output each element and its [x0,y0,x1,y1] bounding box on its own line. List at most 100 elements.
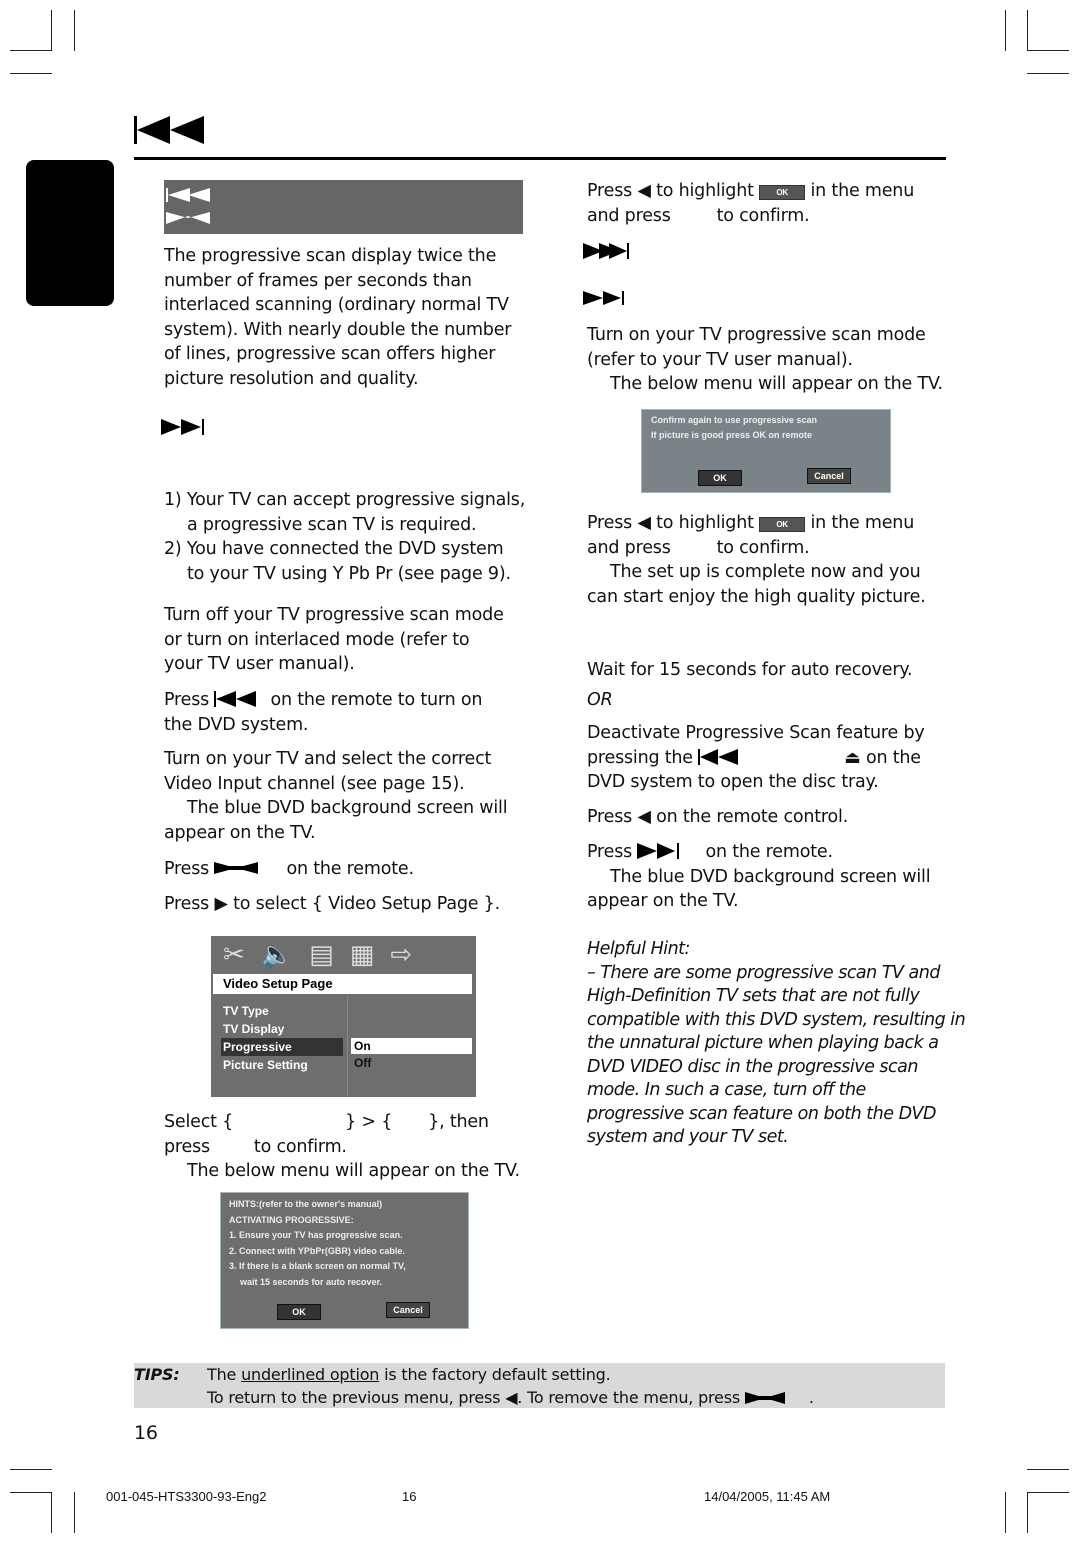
standby-icon [698,748,739,765]
text-line: or turn on interlaced mode (refer to [164,629,470,650]
ok-button[interactable]: OK [277,1304,321,1320]
text-line: interlaced scanning (ordinary normal TV [164,295,509,315]
step-turn-off: Turn off your TV progressive scan mode or… [164,603,504,677]
text: on the remote control. [656,807,849,827]
preference-icon: ▦ [349,940,391,970]
system-menu-icon [744,1392,785,1404]
text-line: appear on the TV. [164,822,316,843]
hint-line: 2. Connect with YPbPr(GBR) video cable. [229,1245,405,1256]
text-line: picture resolution and quality. [164,368,419,389]
text-line: a progressive scan TV is required. [187,514,477,535]
text: to confirm. [716,205,810,226]
hint-line: 1. Ensure your TV has progressive scan. [229,1230,403,1240]
skip-next-icon [583,243,629,259]
text: Press [587,181,633,201]
left-arrow-icon: ◀ [637,807,651,827]
hints-dialog: HINTS:(refer to the owner's manual) ACTIV… [220,1192,469,1329]
text-line: The blue DVD background screen will [610,866,931,887]
video-setup-menu: ✂🔈▤▦⇨ Video Setup Page TV Type TV Displa… [211,936,476,1097]
text-line: (refer to your TV user manual). [587,349,853,370]
crop-mark [10,73,52,74]
text-line: DVD VIDEO disc in the progressive scan [587,1056,918,1077]
text: ⏏ on the [844,747,921,768]
rewind-icon [134,116,204,144]
text-line: mode. In such a case, turn off the [587,1080,866,1100]
crop-mark [1027,1469,1069,1470]
intro-text: The progressive scan display twice the nu… [164,244,511,391]
text: to confirm. [716,537,810,558]
text: on the remote. [705,842,833,862]
header-rule [134,157,946,160]
exit-icon: ⇨ [390,940,429,970]
step-power-on: Press on the remote to turn on the DVD s… [164,688,482,737]
crop-mark [1027,73,1069,74]
crop-mark [10,1469,52,1470]
step-tv-input: Turn on your TV and select the correct Vi… [164,747,508,845]
crop-mark [1005,1492,1006,1533]
step-system-menu: Press on the remote. [164,857,414,882]
text: Select { [164,1112,234,1132]
text: Press [587,807,633,827]
text-line: The below menu will appear on the TV. [187,1161,520,1181]
text-line: number of frames per seconds than [164,270,472,291]
menu-item-progressive[interactable]: Progressive [221,1038,343,1056]
ok-chip: OK [759,185,806,200]
page-number: 16 [134,1422,158,1444]
list-item: 2) You have connected the DVD system [164,539,504,559]
text-line: the unnatural picture when playing back … [587,1033,939,1053]
text-line: progressive scan feature on both the DVD [587,1103,937,1124]
menu-title: Video Setup Page [213,974,472,994]
tips-label: TIPS: [134,1365,180,1384]
section-glyph-icon [166,188,210,224]
step-deactivate: Deactivate Progressive Scan feature by p… [587,721,925,795]
text-line: High-Definition TV sets that are not ful… [587,986,920,1006]
text: in the menu [810,513,915,533]
right-arrow-icon: ▶ [214,894,228,914]
hint-title: Helpful Hint: [587,939,690,959]
text: and press [587,205,671,226]
text: is the factory default setting. [384,1365,611,1384]
menu-item-tv-display[interactable]: TV Display [223,1020,343,1038]
option-on[interactable]: On [351,1038,472,1054]
footer-file: 001-045-HTS3300-93-Eng2 [106,1489,267,1504]
wait-text: Wait for 15 seconds for auto recovery. [587,660,913,680]
text: pressing the [587,747,693,768]
option-off[interactable]: Off [354,1056,371,1070]
general-setup-icon: ✂ [223,940,261,970]
tips-bar: TIPS: The underlined option is the facto… [134,1363,945,1408]
text: to highlight [656,181,754,201]
text-line: Turn off your TV progressive scan mode [164,605,504,625]
text-line: DVD system to open the disc tray. [587,772,879,792]
footer-page: 16 [402,1489,417,1504]
menu-item-tv-type[interactable]: TV Type [223,1002,343,1020]
text: The [207,1365,237,1384]
cancel-button[interactable]: Cancel [807,468,851,484]
language-tab [26,160,114,306]
crop-mark [1005,10,1006,51]
text-line: system). With nearly double the number [164,319,512,340]
step-highlight-ok-1: Press ◀ to highlight OK in the menu and … [587,179,914,228]
text: Press [587,842,633,862]
text: Press [164,690,210,710]
requirements-list: 1) Your TV can accept progressive signal… [164,488,525,586]
text: in the menu [810,181,915,201]
menu-item-picture-setting[interactable]: Picture Setting [223,1056,343,1074]
text: Press [164,859,210,879]
text: }, then [428,1112,489,1132]
step-press-left: Press ◀ on the remote control. [587,805,848,830]
cancel-button[interactable]: Cancel [386,1302,430,1318]
text-line: Deactivate Progressive Scan feature by [587,723,925,743]
menu-tab-icons: ✂🔈▤▦⇨ [223,940,428,970]
standby-icon [214,691,257,707]
hint-line: 3. If there is a blank screen on normal … [229,1261,406,1271]
step-select-progressive: Select {} > {}, then press to confirm. Th… [164,1110,520,1184]
left-arrow-icon: ◀ [637,513,651,533]
menu-divider [347,996,348,1096]
text-line: your TV user manual). [164,654,355,674]
dialog-line: If picture is good press OK on remote [651,430,813,440]
text-line: – There are some progressive scan TV and [587,962,940,983]
ok-button[interactable]: OK [698,470,742,486]
crop-mark [51,10,52,51]
footer-date: 14/04/2005, 11:45 AM [704,1489,831,1504]
text: and press [587,537,671,558]
